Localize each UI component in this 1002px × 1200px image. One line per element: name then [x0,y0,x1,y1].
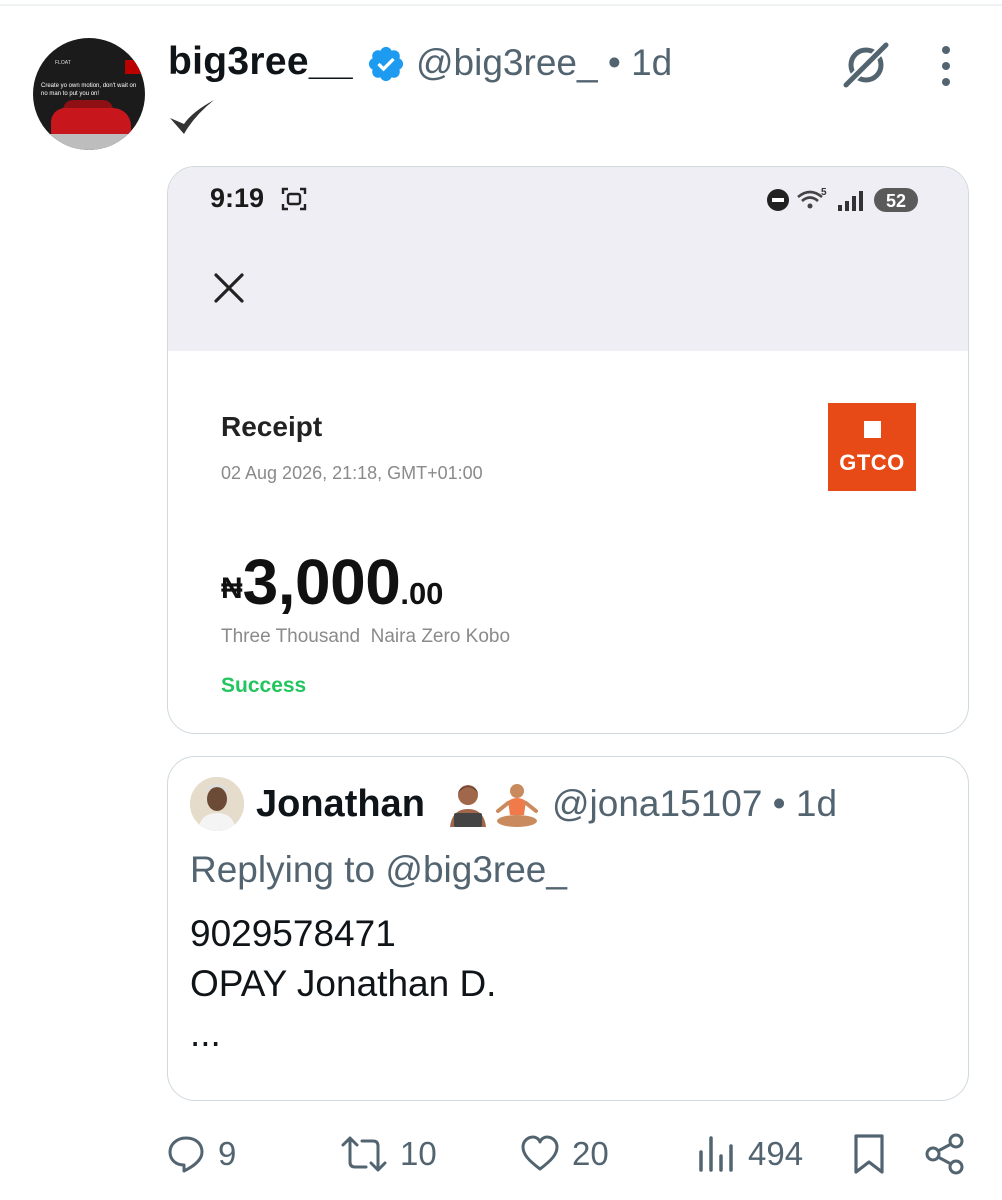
currency-symbol: ₦ [221,572,243,605]
gtco-logo-square [864,421,881,438]
gtco-logo-text: GTCO [839,450,905,475]
checkmark-icon [170,100,214,134]
reply-count: 9 [218,1135,237,1172]
heart-icon [521,1135,559,1171]
receipt-title: Receipt [221,411,323,442]
quoted-author-name[interactable]: Jonathan [256,783,425,826]
like-count: 20 [572,1135,609,1172]
person-avatar-icon [190,777,244,831]
avatar-name: FLOAT [55,60,71,66]
amount-minor: .00 [400,576,444,611]
avatar-badge [125,60,143,74]
battery-level: 52 [886,191,906,211]
amount-in-words: Three Thousand Naira Zero Kobo [221,626,511,647]
avatar-ground [33,134,145,150]
views-icon [699,1136,733,1172]
quoted-avatar[interactable] [190,777,244,831]
amount-major: 3,000 [242,546,401,618]
replying-to: Replying to @big3ree_ [190,849,567,890]
like-button[interactable]: 20 [520,1130,609,1178]
status-text: Success [221,674,307,697]
reply-icon [168,1136,204,1173]
author-handle-time[interactable]: @big3ree_ • 1d [416,42,672,84]
author-name[interactable]: big3ree__ [168,40,353,84]
receipt-image[interactable]: 9:19 5 52 Receipt 02 Aug 2026, 21:18, GM… [167,166,969,734]
screenshot-icon [281,187,307,211]
more-options-icon[interactable] [934,44,958,88]
repost-icon [341,1136,387,1172]
svg-text:5: 5 [821,187,827,198]
receipt-date: 02 Aug 2026, 21:18, GMT+01:00 [221,463,483,483]
share-icon [925,1133,964,1175]
bookmark-button[interactable] [852,1130,886,1178]
share-button[interactable] [924,1130,966,1178]
repost-button[interactable]: 10 [340,1130,437,1178]
quoted-handle-time[interactable]: @jona15107 • 1d [552,783,837,825]
quoted-tweet[interactable]: Jonathan @jona15107 • 1d Replying to @bi… [167,756,969,1101]
gtco-logo: GTCO [828,403,916,491]
quoted-text: 9029578471 OPAY Jonathan D. ... [190,909,496,1059]
repost-count: 10 [400,1135,437,1172]
bookmark-icon [854,1134,884,1174]
quoted-text-line: 9029578471 [190,913,396,954]
quoted-text-line: ... [190,1013,221,1054]
grok-icon[interactable] [838,40,894,90]
technologist-emoji-icon [450,785,486,827]
views-count: 494 [748,1135,804,1172]
views-button[interactable]: 494 [696,1130,803,1178]
author-avatar[interactable]: FLOAT Create yo own motion, don't wait o… [33,38,145,150]
top-divider [0,4,1002,6]
receipt-amount: ₦3,000.00 [221,545,443,619]
close-icon[interactable] [212,271,246,305]
quoted-text-line: OPAY Jonathan D. [190,963,497,1004]
yoga-emoji-icon [496,784,538,827]
phone-time: 9:19 [210,183,265,213]
reply-button[interactable]: 9 [166,1130,236,1178]
phone-status-icons: 5 52 [767,187,918,212]
verified-badge-icon [368,46,404,82]
avatar-caption: Create yo own motion, don't wait on no m… [41,83,137,97]
